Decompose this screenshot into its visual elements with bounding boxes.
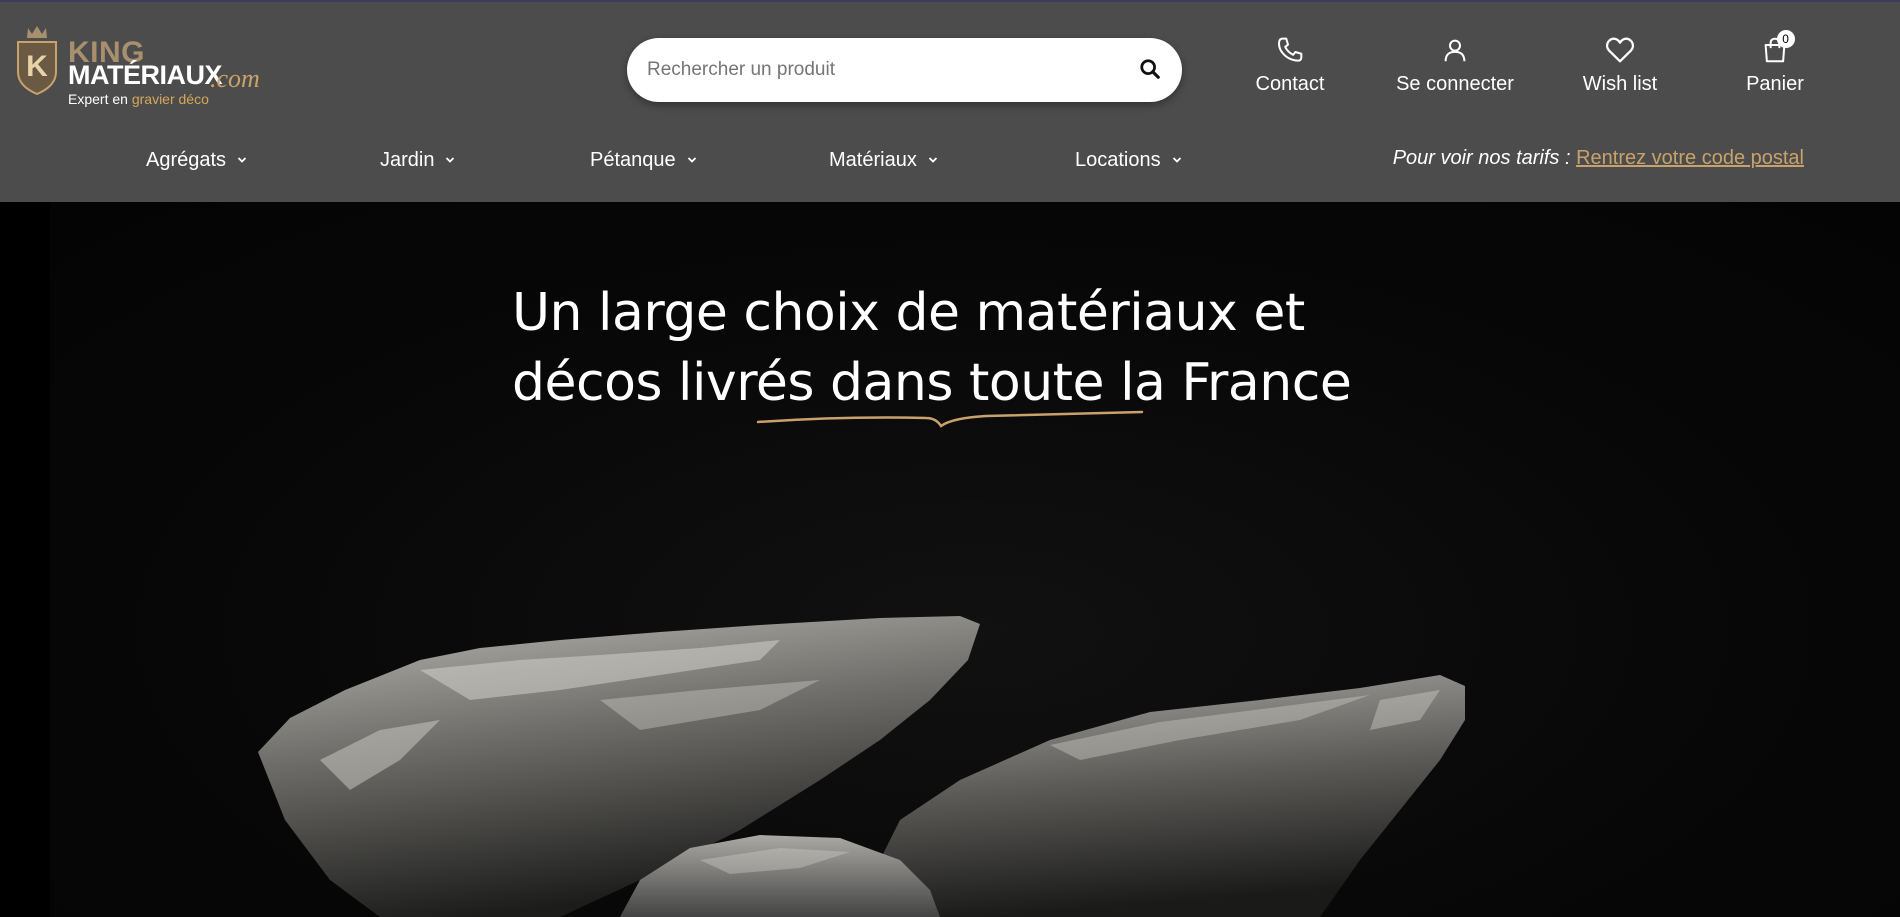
logo[interactable]: K KING MATÉRIAUX .com Expert en gravier … bbox=[14, 20, 274, 106]
nav-item-label: Agrégats bbox=[146, 149, 227, 171]
nav-item-locations[interactable]: Locations bbox=[1075, 146, 1183, 174]
search-input[interactable] bbox=[647, 38, 1107, 102]
login-label: Se connecter bbox=[1396, 73, 1514, 95]
chevron-down-icon bbox=[687, 157, 696, 163]
login-link[interactable]: Se connecter bbox=[1395, 32, 1515, 102]
price-note: Pour voir nos tarifs : Rentrez votre cod… bbox=[1393, 148, 1804, 168]
tagline-accent: gravier déco bbox=[131, 91, 209, 107]
contact-link[interactable]: Contact bbox=[1250, 32, 1330, 102]
wishlist-label: Wish list bbox=[1582, 73, 1658, 95]
brand-tagline: Expert en gravier déco bbox=[68, 92, 209, 106]
nav-item-label: Pétanque bbox=[590, 149, 676, 171]
chevron-down-icon bbox=[928, 157, 937, 163]
wishlist-link[interactable]: Wish list bbox=[1575, 32, 1665, 102]
chevron-down-icon bbox=[446, 157, 455, 163]
user-icon bbox=[1444, 39, 1466, 62]
cart-count-badge: 0 bbox=[1776, 30, 1795, 48]
hero-headline: Un large choix de matériaux et décos liv… bbox=[512, 278, 1412, 418]
nav-item-label: Locations bbox=[1075, 149, 1161, 171]
chevron-down-icon bbox=[1172, 157, 1181, 163]
heart-icon bbox=[1605, 37, 1635, 63]
chevron-down-icon bbox=[237, 157, 247, 163]
nav-item-jardin[interactable]: Jardin bbox=[380, 146, 456, 174]
brand-suffix: .com bbox=[210, 64, 260, 93]
search-bar bbox=[627, 38, 1182, 102]
hero-headline-line1: Un large choix de matériaux et bbox=[512, 283, 1305, 343]
crest-letter: K bbox=[26, 50, 48, 83]
brand-bottom: MATÉRIAUX bbox=[68, 60, 223, 90]
tagline-prefix: Expert en bbox=[68, 91, 128, 107]
cart-link[interactable]: 0 Panier bbox=[1735, 30, 1815, 102]
nav-item-label: Jardin bbox=[380, 149, 435, 171]
nav-item-agregats[interactable]: Agrégats bbox=[146, 146, 248, 174]
nav-item-materiaux[interactable]: Matériaux bbox=[829, 146, 939, 174]
site-header: K KING MATÉRIAUX .com Expert en gravier … bbox=[0, 2, 1900, 202]
postal-code-link[interactable]: Rentrez votre code postal bbox=[1576, 147, 1804, 169]
cart-label: Panier bbox=[1746, 73, 1804, 95]
contact-label: Contact bbox=[1255, 73, 1325, 95]
phone-icon bbox=[1278, 37, 1303, 62]
search-icon bbox=[1140, 58, 1160, 79]
nav-item-petanque[interactable]: Pétanque bbox=[590, 146, 698, 174]
nav-item-label: Matériaux bbox=[829, 149, 917, 171]
price-note-text: Pour voir nos tarifs : bbox=[1392, 147, 1571, 169]
crown-crest-icon: K bbox=[17, 26, 57, 96]
search-button[interactable] bbox=[1132, 52, 1168, 88]
decorative-underline bbox=[756, 410, 1144, 428]
